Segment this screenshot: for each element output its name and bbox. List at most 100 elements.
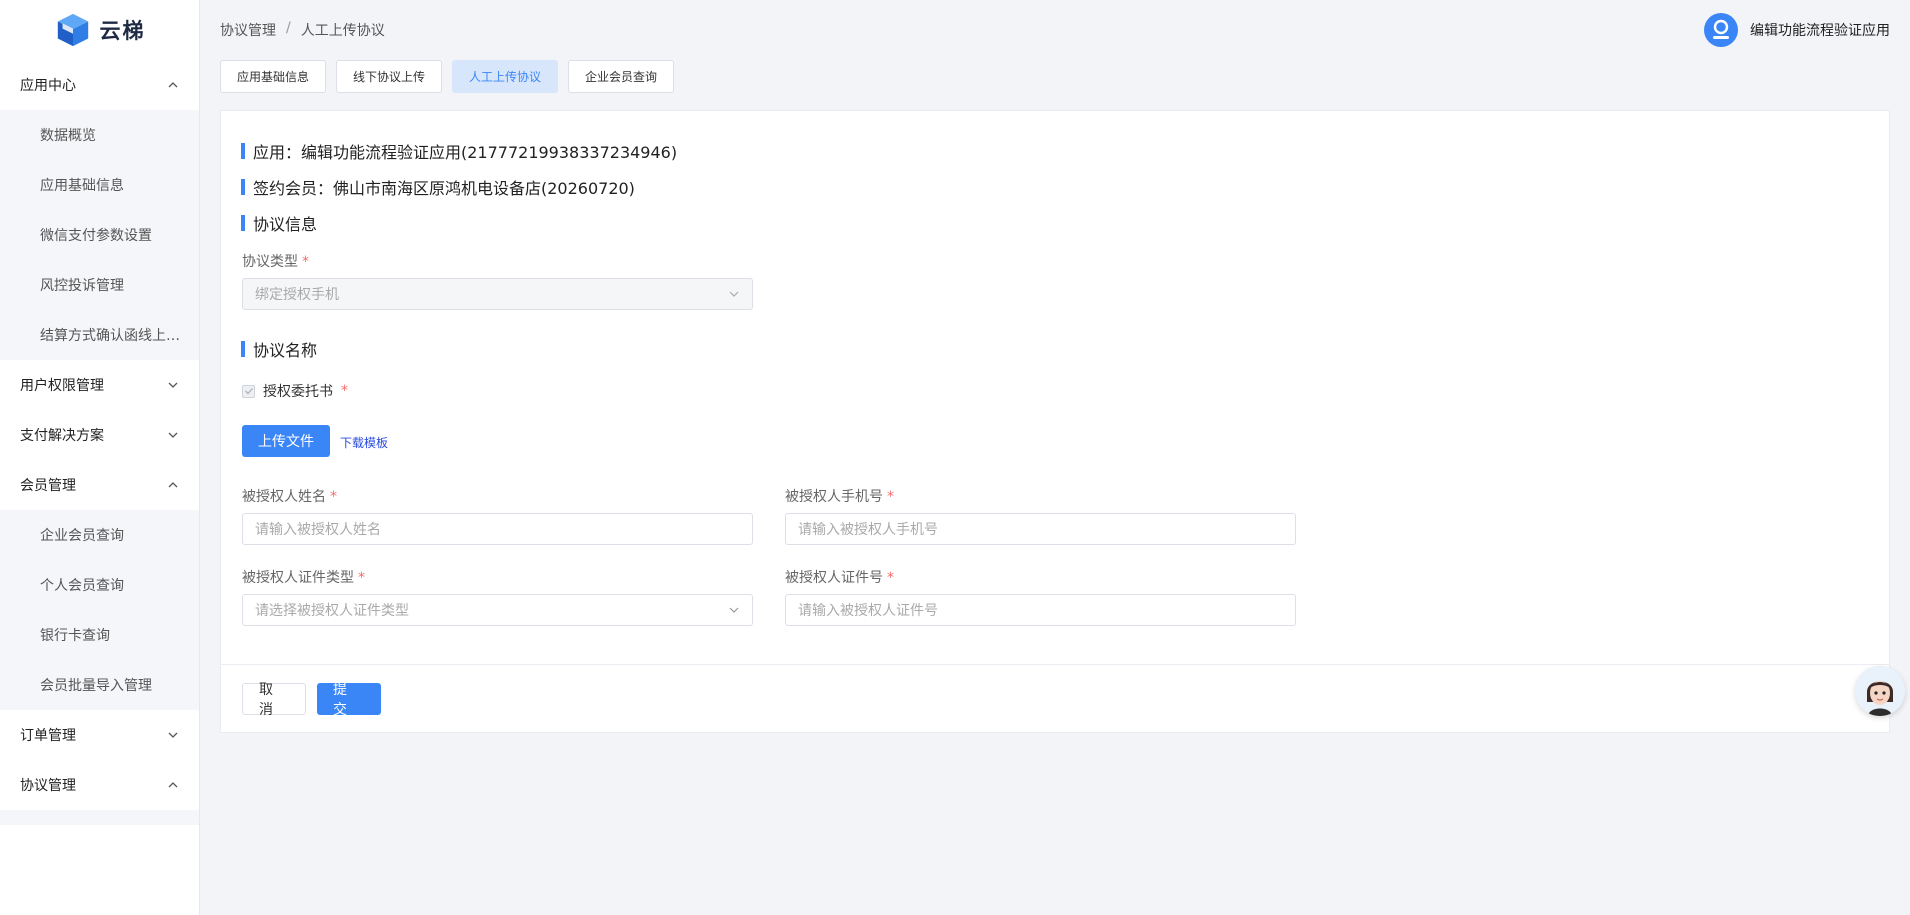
grantee-phone-input[interactable]: 请输入被授权人手机号 [785, 513, 1296, 545]
sidebar-item-enterprise-member-query[interactable]: 企业会员查询 [0, 510, 199, 560]
menu-group-label: 支付解决方案 [20, 428, 104, 444]
required-mark: * [887, 489, 894, 505]
grantee-phone-label-text: 被授权人手机号 [785, 489, 883, 505]
required-mark: * [330, 489, 337, 505]
protocol-type-select[interactable]: 绑定授权手机 [242, 278, 753, 310]
required-mark: * [358, 570, 365, 586]
breadcrumb-item-current: 人工上传协议 [300, 23, 385, 39]
protocol-type-label-text: 协议类型 [242, 254, 298, 270]
app-info-heading: 应用：编辑功能流程验证应用(2177721993833723494​6) [241, 139, 677, 163]
brand-name: 云梯 [99, 18, 146, 43]
grantee-idno-label: 被授权人证件号 * [785, 567, 894, 587]
chevron-down-icon [729, 607, 739, 613]
download-template-link[interactable]: 下载模板 [340, 434, 388, 451]
chevron-up-icon [168, 782, 178, 788]
chevron-down-icon [729, 291, 739, 297]
protocol-info-heading: 协议信息 [241, 211, 317, 235]
logo-cube-icon [57, 13, 88, 47]
grantee-idno-placeholder: 请输入被授权人证件号 [798, 603, 938, 619]
page-tabs: 应用基础信息 线下协议上传 人工上传协议 企业会员查询 [220, 60, 675, 93]
sidebar: 云梯 应用中心 数据概览 应用基础信息 微信支付参数设置 风控投诉管理 结算方式… [0, 0, 200, 915]
grantee-phone-label: 被授权人手机号 * [785, 486, 894, 506]
section-marker [241, 143, 245, 159]
tab-manual-protocol-upload[interactable]: 人工上传协议 [452, 60, 559, 93]
authorization-letter-checkbox[interactable] [242, 384, 255, 398]
section-marker [241, 179, 245, 195]
tab-enterprise-member-query[interactable]: 企业会员查询 [568, 60, 675, 93]
member-info-heading: 签约会员：佛山市南海区原鸿机电设备店(20260720) [241, 175, 635, 199]
sidebar-item-bank-card-query[interactable]: 银行卡查询 [0, 610, 199, 660]
protocol-form-card: 应用：编辑功能流程验证应用(2177721993833723494​6) 签约会… [220, 110, 1890, 733]
top-header: 协议管理 / 人工上传协议 编辑功能流程验证应用 [200, 0, 1910, 60]
grantee-name-placeholder: 请输入被授权人姓名 [255, 522, 381, 538]
menu-group-label: 协议管理 [20, 778, 76, 794]
required-mark: * [887, 570, 894, 586]
menu-group-member-management[interactable]: 会员管理 [0, 460, 199, 510]
menu-group-order-management[interactable]: 订单管理 [0, 710, 199, 760]
grantee-phone-placeholder: 请输入被授权人手机号 [798, 522, 938, 538]
check-icon [244, 388, 253, 395]
section-marker [241, 341, 245, 357]
submenu-protocol-management [0, 810, 199, 825]
grantee-idno-label-text: 被授权人证件号 [785, 570, 883, 586]
brand-logo[interactable]: 云梯 [0, 0, 199, 60]
grantee-name-label: 被授权人姓名 * [242, 486, 337, 506]
form-body: 应用：编辑功能流程验证应用(2177721993833723494​6) 签约会… [221, 111, 1889, 666]
sidebar-item-wechat-pay-settings[interactable]: 微信支付参数设置 [0, 210, 199, 260]
required-mark: * [302, 254, 309, 270]
menu-group-label: 会员管理 [20, 478, 76, 494]
breadcrumb-item-protocol-management[interactable]: 协议管理 [220, 20, 276, 40]
member-info-text: 签约会员：佛山市南海区原鸿机电设备店(20260720) [253, 179, 635, 198]
form-footer: 取 消 提 交 [221, 664, 1889, 732]
tab-app-basic-info[interactable]: 应用基础信息 [220, 60, 327, 93]
sidebar-item-personal-member-query[interactable]: 个人会员查询 [0, 560, 199, 610]
assistant-avatar-button[interactable] [1855, 666, 1905, 716]
sidebar-item-settlement-confirm[interactable]: 结算方式确认函线上… [0, 310, 199, 360]
chevron-up-icon [168, 482, 178, 488]
chevron-up-icon [168, 82, 178, 88]
menu-group-payment-solutions[interactable]: 支付解决方案 [0, 410, 199, 460]
grantee-idno-input[interactable]: 请输入被授权人证件号 [785, 594, 1296, 626]
app-info-text: 应用：编辑功能流程验证应用(2177721993833723494​6) [253, 143, 678, 162]
user-name: 编辑功能流程验证应用 [1750, 23, 1890, 39]
chevron-down-icon [168, 382, 178, 388]
user-menu[interactable]: 编辑功能流程验证应用 [1704, 13, 1890, 47]
upload-file-button[interactable]: 上传文件 [242, 425, 330, 457]
sidebar-item-app-basic-info[interactable]: 应用基础信息 [0, 160, 199, 210]
submenu-member-management: 企业会员查询 个人会员查询 银行卡查询 会员批量导入管理 [0, 510, 199, 710]
assistant-avatar-icon [1855, 666, 1905, 716]
breadcrumb: 协议管理 / 人工上传协议 [220, 20, 385, 40]
grantee-idtype-select[interactable]: 请选择被授权人证件类型 [242, 594, 753, 626]
breadcrumb-separator: / [286, 20, 291, 36]
tab-offline-protocol-upload[interactable]: 线下协议上传 [336, 60, 443, 93]
sidebar-item-data-overview[interactable]: 数据概览 [0, 110, 199, 160]
grantee-idtype-placeholder: 请选择被授权人证件类型 [255, 603, 409, 619]
submit-button[interactable]: 提 交 [317, 682, 381, 718]
menu-group-label: 订单管理 [20, 728, 76, 744]
protocol-info-text: 协议信息 [253, 215, 318, 234]
grantee-name-input[interactable]: 请输入被授权人姓名 [242, 513, 753, 545]
authorization-letter-checkbox-row[interactable]: 授权委托书 * [242, 381, 348, 401]
sidebar-menu: 应用中心 数据概览 应用基础信息 微信支付参数设置 风控投诉管理 结算方式确认函… [0, 60, 199, 825]
grantee-idtype-label-text: 被授权人证件类型 [242, 570, 354, 586]
user-avatar-icon [1704, 13, 1738, 47]
menu-group-protocol-management[interactable]: 协议管理 [0, 760, 199, 810]
submenu-app-center: 数据概览 应用基础信息 微信支付参数设置 风控投诉管理 结算方式确认函线上… [0, 110, 199, 360]
section-marker [241, 215, 245, 231]
chevron-down-icon [168, 432, 178, 438]
sidebar-item-member-batch-import[interactable]: 会员批量导入管理 [0, 660, 199, 710]
sidebar-item-risk-complaints[interactable]: 风控投诉管理 [0, 260, 199, 310]
menu-group-app-center[interactable]: 应用中心 [0, 60, 199, 110]
protocol-type-value: 绑定授权手机 [255, 287, 339, 303]
required-mark: * [341, 383, 348, 399]
protocol-name-text: 协议名称 [253, 341, 318, 360]
protocol-type-label: 协议类型 * [242, 251, 309, 271]
grantee-idtype-label: 被授权人证件类型 * [242, 567, 365, 587]
menu-group-label: 用户权限管理 [20, 378, 104, 394]
grantee-name-label-text: 被授权人姓名 [242, 489, 326, 505]
cancel-button[interactable]: 取 消 [242, 682, 306, 718]
menu-group-user-permissions[interactable]: 用户权限管理 [0, 360, 199, 410]
menu-group-label: 应用中心 [20, 78, 76, 94]
protocol-name-heading: 协议名称 [241, 337, 317, 361]
authorization-letter-label: 授权委托书 [263, 384, 333, 400]
